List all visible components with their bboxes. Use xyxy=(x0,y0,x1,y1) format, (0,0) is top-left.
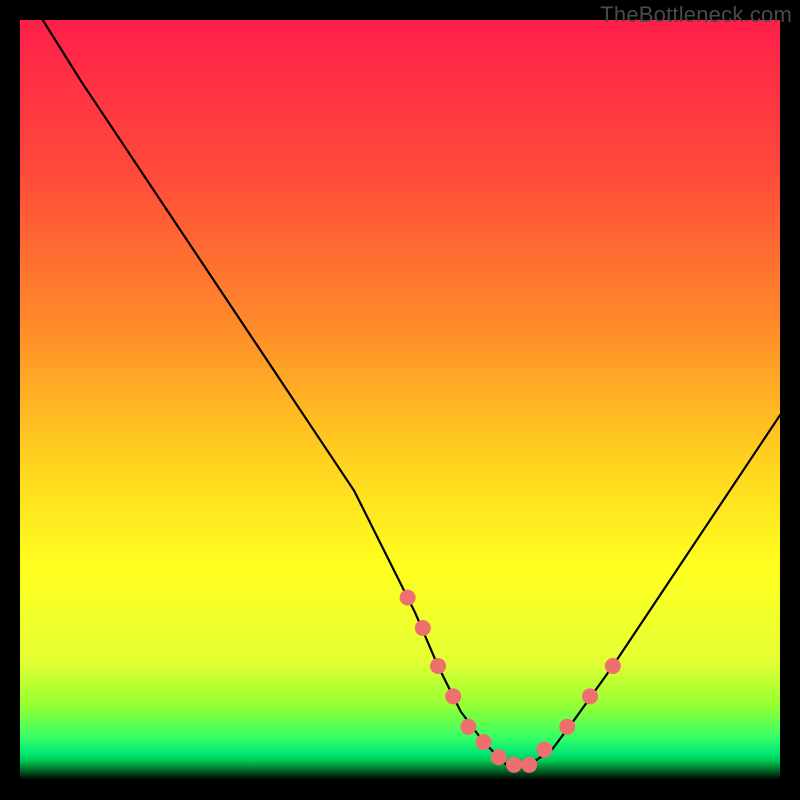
marker-dot xyxy=(400,590,416,606)
bottleneck-chart xyxy=(20,20,780,780)
chart-frame xyxy=(20,20,780,780)
marker-dot xyxy=(476,734,492,750)
marker-dot xyxy=(605,658,621,674)
marker-dot xyxy=(506,757,522,773)
gradient-bg xyxy=(20,20,780,780)
marker-dot xyxy=(491,749,507,765)
marker-dot xyxy=(521,757,537,773)
marker-dot xyxy=(536,742,552,758)
marker-dot xyxy=(445,688,461,704)
marker-dot xyxy=(430,658,446,674)
marker-dot xyxy=(460,719,476,735)
watermark-text: TheBottleneck.com xyxy=(600,2,792,28)
marker-dot xyxy=(559,719,575,735)
marker-dot xyxy=(582,688,598,704)
marker-dot xyxy=(415,620,431,636)
